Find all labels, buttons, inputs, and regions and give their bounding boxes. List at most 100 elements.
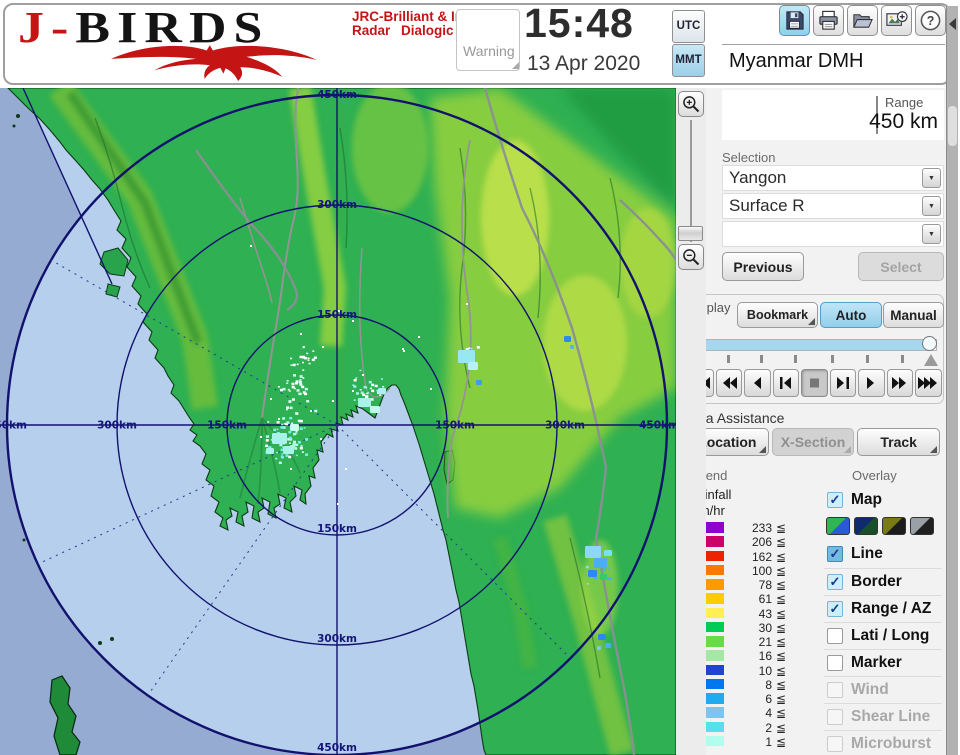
- chevron-down-icon[interactable]: ▼: [922, 224, 941, 244]
- overlay-row-line[interactable]: ✓ Line: [824, 541, 942, 568]
- fast-forward-3-icon: [918, 376, 939, 390]
- x-section-button[interactable]: X-Section: [772, 428, 855, 456]
- track-button[interactable]: Track: [857, 428, 940, 456]
- checkbox[interactable]: [827, 709, 843, 725]
- zoom-slider-thumb[interactable]: [678, 226, 703, 241]
- legend-lte-symbol: ≦: [776, 621, 786, 635]
- chevron-down-icon[interactable]: ▼: [922, 196, 941, 216]
- map-style-swatch-1[interactable]: [826, 517, 850, 535]
- checkbox[interactable]: [827, 655, 843, 671]
- svg-text:150km: 150km: [435, 420, 475, 432]
- utc-button[interactable]: UTC: [672, 10, 705, 43]
- map-style-row: [824, 514, 942, 541]
- play-forward-button[interactable]: [858, 369, 885, 397]
- strip-scroll-thumb[interactable]: [948, 106, 957, 146]
- help-icon: ?: [919, 9, 942, 32]
- rewind-2-button[interactable]: [716, 369, 743, 397]
- legend-lte-symbol: ≦: [776, 664, 786, 678]
- overlay-row-microburst[interactable]: Microburst: [824, 730, 942, 755]
- range-box: Range 450 km: [722, 90, 944, 140]
- legend-value: 8: [726, 678, 772, 692]
- skip-to-end-button[interactable]: [830, 369, 857, 397]
- overlay-row-wind[interactable]: Wind: [824, 676, 942, 703]
- checkbox[interactable]: ✓: [827, 601, 843, 617]
- replay-slider-track[interactable]: [691, 339, 937, 351]
- legend-value: 162: [726, 550, 772, 564]
- data-assistance-buttons: LocationX-SectionTrack: [686, 428, 940, 456]
- checkbox[interactable]: ✓: [827, 492, 843, 508]
- legend-value: 30: [726, 621, 772, 635]
- replay-end-marker[interactable]: [924, 354, 938, 366]
- overlay-row-map[interactable]: ✓ Map: [824, 487, 942, 514]
- select-button[interactable]: Select: [858, 252, 944, 281]
- svg-text:450km: 450km: [317, 89, 357, 101]
- chevron-down-icon[interactable]: ▼: [922, 168, 941, 188]
- corner-grip: [844, 446, 851, 453]
- zoom-in-icon: [681, 94, 701, 114]
- mmt-button[interactable]: MMT: [672, 44, 705, 77]
- panel-collapse-strip[interactable]: [946, 6, 958, 755]
- overlay-row-lati-long[interactable]: Lati / Long: [824, 622, 942, 649]
- overlay-item-label: Shear Line: [851, 708, 930, 726]
- collapse-arrow-icon[interactable]: [949, 18, 956, 30]
- overlay-row-shear-line[interactable]: Shear Line: [824, 703, 942, 730]
- checkbox[interactable]: ✓: [827, 546, 843, 562]
- skip-to-start-button[interactable]: [773, 369, 800, 397]
- fast-forward-3-button[interactable]: [915, 369, 942, 397]
- checkbox[interactable]: [827, 628, 843, 644]
- legend-value: 10: [726, 664, 772, 678]
- open-folder-button[interactable]: [847, 5, 878, 36]
- save-button[interactable]: [779, 5, 810, 36]
- print-button[interactable]: [813, 5, 844, 36]
- previous-button[interactable]: Previous: [722, 252, 804, 281]
- skip-to-start-icon: [776, 376, 797, 390]
- zoom-slider-track[interactable]: [690, 120, 692, 242]
- overlay-row-border[interactable]: ✓Border: [824, 568, 942, 595]
- overlay-item-label: Line: [851, 545, 883, 563]
- replay-tick: [760, 355, 763, 363]
- site-select[interactable]: Yangon ▼: [722, 165, 944, 191]
- overlay-item-label: Microburst: [851, 735, 931, 753]
- svg-text:150km: 150km: [207, 420, 247, 432]
- replay-slider-handle[interactable]: [922, 336, 937, 351]
- overlay-item-label: Range / AZ: [851, 600, 931, 618]
- legend-value: 206: [726, 535, 772, 549]
- checkbox[interactable]: [827, 682, 843, 698]
- zoom-out-icon: [681, 247, 701, 267]
- legend-value: 43: [726, 607, 772, 621]
- radar-map[interactable]: 150km150km150km150km300km300km300km300km…: [0, 88, 676, 755]
- play-forward-icon: [861, 376, 882, 390]
- legend-lte-symbol: ≦: [776, 649, 786, 663]
- checkbox[interactable]: ✓: [827, 574, 843, 590]
- station-separator: [722, 44, 945, 45]
- replay-section: Replay Bookmark Auto Manual: [682, 294, 944, 404]
- legend-lte-symbol: ≦: [776, 564, 786, 578]
- zoom-out-button[interactable]: [678, 244, 704, 270]
- stop-button[interactable]: [801, 369, 828, 397]
- product-select[interactable]: Surface R ▼: [722, 193, 944, 219]
- legend-lte-symbol: ≦: [776, 592, 786, 606]
- map-style-swatch-3[interactable]: [882, 517, 906, 535]
- help-button[interactable]: ?: [915, 5, 946, 36]
- overlay-row-marker[interactable]: Marker: [824, 649, 942, 676]
- header: J-BIRDS JRC-Brilliant & Intelligent Rada…: [0, 0, 960, 88]
- checkbox[interactable]: [827, 736, 843, 752]
- zoom-in-button[interactable]: [678, 91, 704, 117]
- warning-button[interactable]: Warning: [456, 9, 520, 71]
- empty-select[interactable]: ▼: [722, 221, 944, 247]
- svg-text:300km: 300km: [317, 633, 357, 645]
- map-style-swatch-4[interactable]: [910, 517, 934, 535]
- overlay-row-range-az[interactable]: ✓ Range / AZ: [824, 595, 942, 622]
- svg-text:450km: 450km: [639, 420, 676, 432]
- bookmark-button[interactable]: Bookmark: [737, 302, 818, 328]
- auto-mode-button[interactable]: Auto: [820, 302, 882, 328]
- forward-2-button[interactable]: [887, 369, 914, 397]
- export-image-button[interactable]: [881, 5, 912, 36]
- svg-text:450km: 450km: [0, 420, 27, 432]
- svg-text:450km: 450km: [317, 742, 357, 754]
- clock-date: 13 Apr 2020: [527, 52, 640, 76]
- play-backward-button[interactable]: [744, 369, 771, 397]
- manual-mode-button[interactable]: Manual: [883, 302, 944, 328]
- map-style-swatch-2[interactable]: [854, 517, 878, 535]
- overlay-item-label: Map: [851, 491, 882, 509]
